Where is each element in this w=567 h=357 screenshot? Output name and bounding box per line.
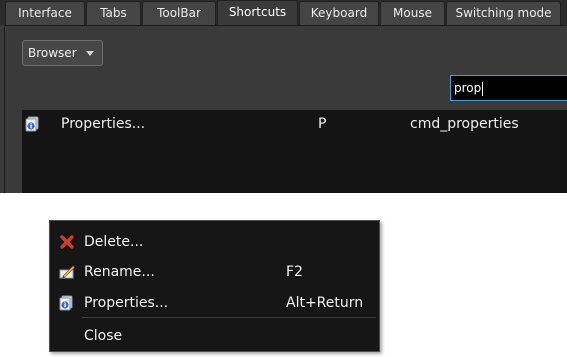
chevron-down-icon (86, 51, 94, 56)
tab-mouse[interactable]: Mouse (380, 1, 445, 25)
context-dropdown[interactable]: Browser (22, 40, 103, 66)
shortcut-key: P (318, 116, 327, 132)
delete-icon (59, 234, 75, 250)
tab-interface[interactable]: Interface (5, 1, 85, 25)
menu-item-label: Delete... (84, 234, 144, 250)
menu-item-label: Close (84, 328, 123, 344)
tab-shortcuts[interactable]: Shortcuts (217, 0, 298, 26)
menu-item-delete[interactable]: Delete... (50, 229, 379, 255)
menu-item-close[interactable]: Close (50, 323, 379, 349)
menu-item-rename[interactable]: Rename... F2 (50, 259, 379, 285)
context-menu: Delete... Rename... F2 Properties... Alt… (49, 220, 380, 352)
context-dropdown-value: Browser (28, 46, 77, 60)
menu-item-shortcut: Alt+Return (286, 295, 364, 311)
search-input[interactable]: prop (450, 75, 567, 101)
shortcuts-list[interactable]: Properties... P cmd_properties (22, 110, 567, 193)
menu-separator (82, 317, 376, 318)
menu-item-shortcut: F2 (286, 264, 303, 280)
text-cursor (482, 81, 484, 96)
list-item[interactable]: Properties... P cmd_properties (22, 113, 567, 135)
tab-tabs[interactable]: Tabs (86, 1, 141, 25)
menu-item-properties[interactable]: Properties... Alt+Return (50, 290, 379, 316)
tab-bar: Interface Tabs ToolBar Shortcuts Keyboar… (0, 0, 567, 26)
tab-keyboard[interactable]: Keyboard (299, 1, 379, 25)
settings-panel: Interface Tabs ToolBar Shortcuts Keyboar… (0, 0, 567, 193)
shortcut-name: Properties... (61, 116, 146, 132)
rename-icon (59, 264, 75, 280)
menu-item-label: Rename... (84, 264, 155, 280)
search-input-value: prop (454, 81, 482, 95)
menu-item-label: Properties... (84, 295, 169, 311)
shortcut-command: cmd_properties (410, 116, 519, 132)
properties-icon (59, 295, 75, 311)
tab-switching-mode[interactable]: Switching mode (446, 1, 561, 25)
properties-icon (25, 116, 41, 132)
tab-toolbar[interactable]: ToolBar (142, 1, 216, 25)
